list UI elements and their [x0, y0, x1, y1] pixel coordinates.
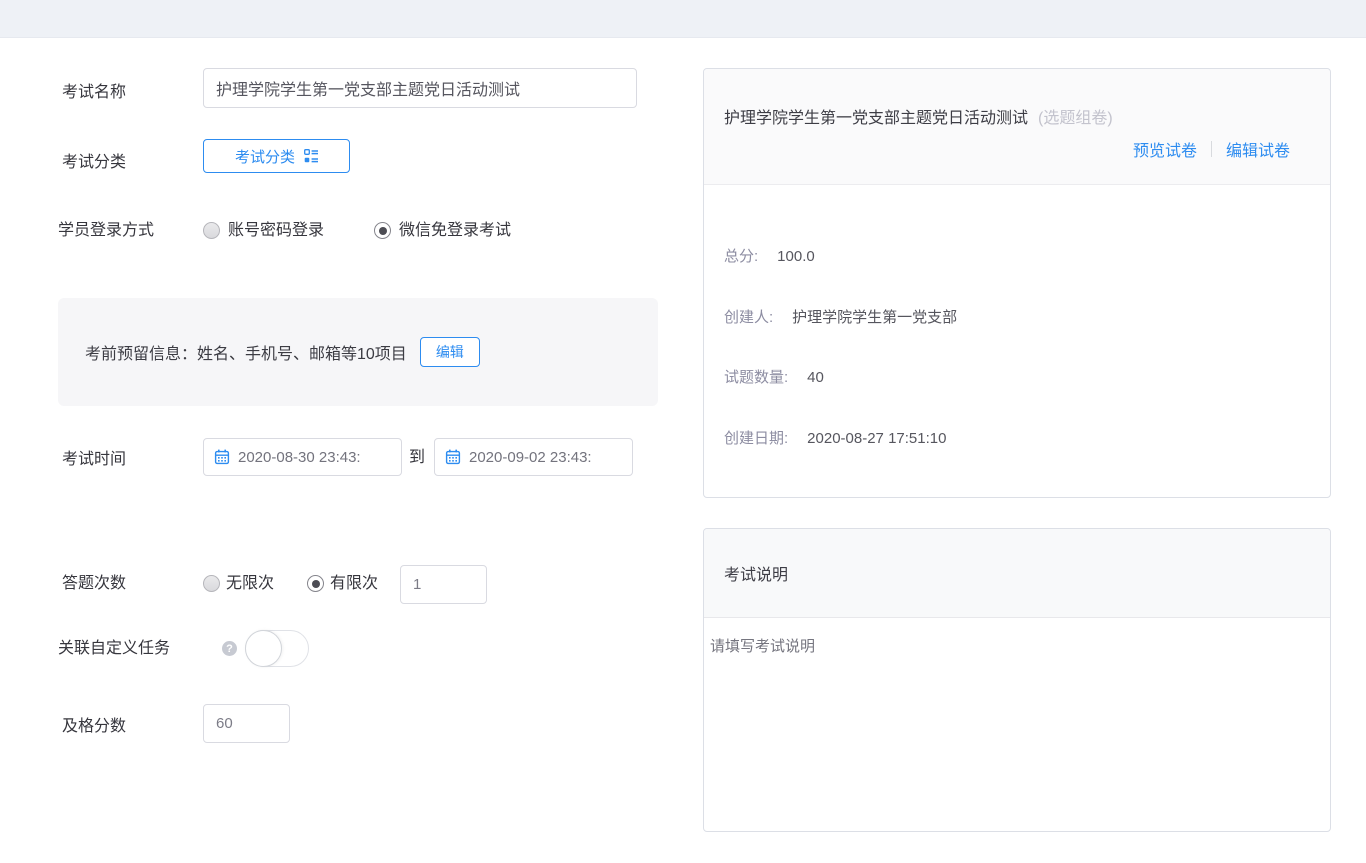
- end-time-picker[interactable]: 2020-09-02 23:43:: [434, 438, 633, 476]
- created-date-value: 2020-08-27 17:51:10: [807, 430, 946, 447]
- help-icon[interactable]: [222, 641, 237, 656]
- exam-description-card: 考试说明 请填写考试说明: [703, 528, 1331, 832]
- total-score-value: 100.0: [777, 248, 815, 265]
- creator-label: 创建人:: [724, 306, 773, 327]
- exam-description-textarea[interactable]: 请填写考试说明: [704, 618, 1330, 656]
- paper-subtitle: (选题组卷): [1038, 104, 1113, 128]
- preview-paper-link[interactable]: 预览试卷: [1133, 137, 1197, 161]
- radio-wechat-login-label[interactable]: 微信免登录考试: [399, 221, 511, 240]
- paper-title: 护理学院学生第一党支部主题党日活动测试: [724, 104, 1028, 128]
- radio-wechat-login[interactable]: [374, 222, 391, 239]
- radio-limited-attempts[interactable]: [307, 575, 324, 592]
- creator-row: 创建人: 护理学院学生第一党支部: [724, 306, 957, 327]
- pass-score-input[interactable]: [203, 704, 290, 743]
- radio-account-login-label[interactable]: 账号密码登录: [228, 221, 324, 240]
- start-time-picker[interactable]: 2020-08-30 23:43:: [203, 438, 402, 476]
- attempts-label: 答题次数: [62, 574, 126, 593]
- toggle-knob: [245, 630, 282, 667]
- reserved-info-panel: 考前预留信息：姓名、手机号、邮箱等10项目 编辑: [58, 298, 658, 406]
- calendar-icon: [445, 449, 461, 465]
- exam-name-input[interactable]: [203, 68, 637, 108]
- paper-card-header: 护理学院学生第一党支部主题党日活动测试 (选题组卷) 预览试卷 编辑试卷: [704, 69, 1330, 185]
- radio-limited-attempts-label[interactable]: 有限次: [330, 574, 378, 593]
- question-count-label: 试题数量:: [724, 366, 788, 387]
- radio-unlimited-attempts[interactable]: [203, 575, 220, 592]
- attempts-count-input[interactable]: [400, 565, 487, 604]
- exam-category-label: 考试分类: [62, 153, 126, 172]
- paper-info-card: 护理学院学生第一党支部主题党日活动测试 (选题组卷) 预览试卷 编辑试卷 总分:…: [703, 68, 1331, 498]
- calendar-icon: [214, 449, 230, 465]
- radio-unlimited-attempts-label[interactable]: 无限次: [226, 574, 274, 593]
- top-bar: [0, 0, 1366, 38]
- edit-reserved-info-button[interactable]: 编辑: [420, 337, 480, 367]
- login-method-label: 学员登录方式: [58, 221, 154, 240]
- radio-account-login[interactable]: [203, 222, 220, 239]
- to-label: 到: [409, 448, 425, 467]
- created-date-row: 创建日期: 2020-08-27 17:51:10: [724, 427, 946, 448]
- category-button-label: 考试分类: [235, 146, 295, 167]
- creator-value: 护理学院学生第一党支部: [792, 306, 957, 327]
- reserved-info-text: 考前预留信息：姓名、手机号、邮箱等10项目: [85, 340, 407, 364]
- edit-paper-link[interactable]: 编辑试卷: [1226, 137, 1290, 161]
- exam-category-button[interactable]: 考试分类: [203, 139, 350, 173]
- pass-score-label: 及格分数: [62, 717, 126, 736]
- total-score-label: 总分:: [724, 245, 758, 266]
- end-time-value: 2020-09-02 23:43:: [469, 449, 592, 466]
- custom-task-toggle[interactable]: [245, 630, 309, 667]
- start-time-value: 2020-08-30 23:43:: [238, 449, 361, 466]
- total-score-row: 总分: 100.0: [724, 245, 815, 266]
- exam-description-header: 考试说明: [704, 529, 1330, 618]
- category-icon: [304, 149, 318, 163]
- custom-task-label: 关联自定义任务: [58, 639, 170, 658]
- exam-time-label: 考试时间: [62, 450, 126, 469]
- question-count-value: 40: [807, 369, 824, 386]
- exam-name-label: 考试名称: [62, 83, 126, 102]
- question-count-row: 试题数量: 40: [724, 366, 824, 387]
- exam-description-title: 考试说明: [724, 561, 788, 585]
- created-date-label: 创建日期:: [724, 427, 788, 448]
- link-divider: [1211, 141, 1212, 157]
